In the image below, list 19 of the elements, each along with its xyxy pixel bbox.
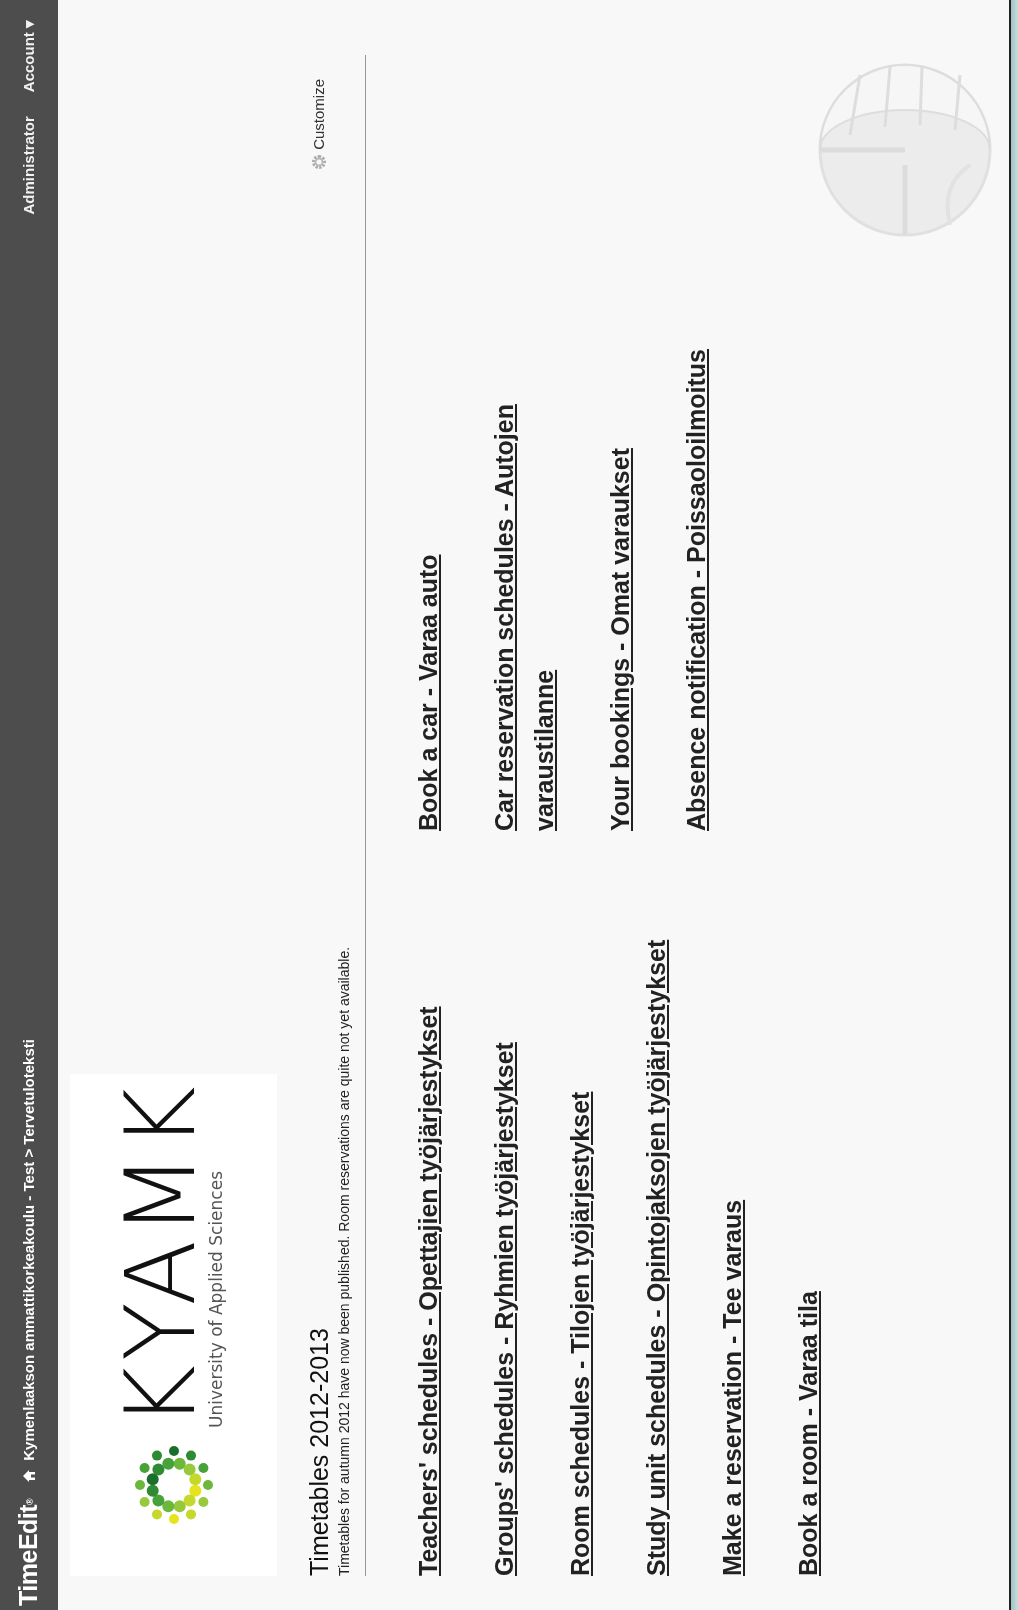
customize-link[interactable]: Customize — [308, 79, 331, 150]
schedule-link[interactable]: Book a car - Varaa auto — [408, 554, 448, 831]
logo-name: KYAMK — [117, 1082, 204, 1428]
account-menu[interactable]: Account ▾ — [17, 20, 41, 93]
schedule-link[interactable]: Car reservation schedules - Autojen varaustilanne — [484, 271, 564, 831]
schedule-link[interactable]: Study unit schedules - Opintojaksojen työjärjestykset — [636, 939, 676, 1576]
user-link[interactable]: Administrator — [17, 116, 41, 215]
breadcrumb-link[interactable]: Kymenlaakson ammattikorkeakoulu - Test > Tervetuloteksti — [17, 1039, 41, 1461]
schedule-link[interactable]: Groups' schedules - Ryhmien työjärjestykset — [484, 1042, 524, 1576]
schedule-link[interactable]: Room schedules - Tilojen työjärjestykset — [560, 1091, 600, 1576]
intro-text: Timetables for autumn 2012 have now been published. Room reservations are quite not yet available. — [335, 946, 353, 1576]
page-title: Timetables 2012-2013 — [304, 1327, 334, 1576]
schedule-link[interactable]: Teachers' schedules - Opettajien työjärjestykset — [408, 1006, 448, 1576]
schedule-link[interactable]: Absence notification - Poissaoloilmoitus — [676, 349, 716, 831]
schedule-link[interactable]: Make a reservation - Tee varaus — [712, 1199, 752, 1576]
home-icon[interactable] — [22, 1468, 36, 1483]
logo-tagline: University of Applied Sciences — [204, 1169, 227, 1428]
schedule-link[interactable]: Your bookings - Omat varaukset — [600, 448, 640, 831]
schedule-link[interactable]: Book a room - Varaa tila — [788, 1291, 828, 1576]
